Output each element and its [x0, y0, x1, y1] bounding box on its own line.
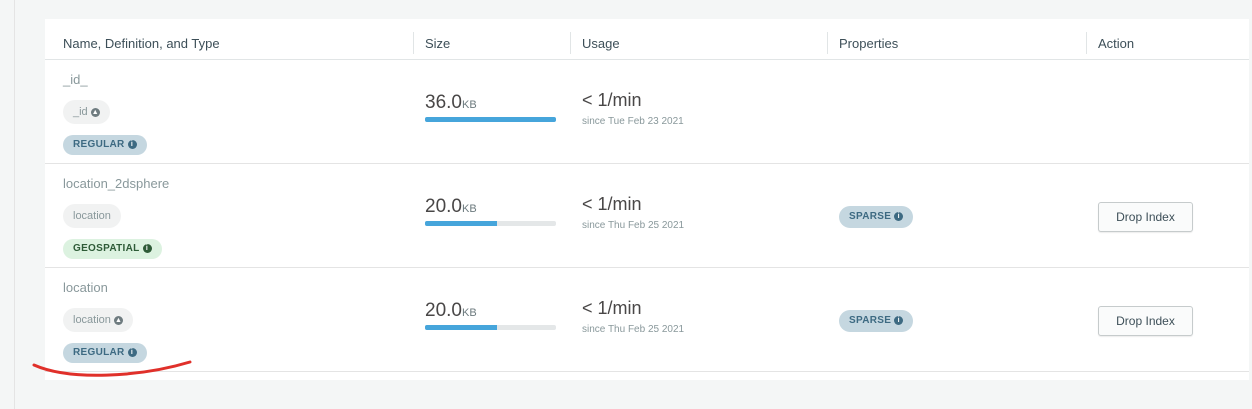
size-unit: KB — [461, 99, 477, 111]
index-field-label: location — [73, 210, 111, 222]
index-size: 20.0KB — [425, 196, 477, 218]
index-field-label: _id — [73, 106, 88, 118]
info-icon[interactable]: i — [894, 315, 904, 325]
table-header: Name, Definition, and Type Size Usage Pr… — [45, 19, 1249, 60]
drop-index-button[interactable]: Drop Index — [1098, 202, 1193, 232]
index-field-pill: _id ▲ — [63, 100, 110, 124]
index-type-label: GEOSPATIAL — [73, 243, 140, 254]
drop-index-button[interactable]: Drop Index — [1098, 306, 1193, 336]
usage-since: since Thu Feb 25 2021 — [582, 220, 685, 231]
index-type-badge: GEOSPATIAL i — [63, 239, 162, 259]
header-usage[interactable]: Usage — [582, 36, 620, 51]
size-bar-fill — [425, 325, 498, 330]
property-label: SPARSE — [849, 211, 892, 222]
indexes-table: Name, Definition, and Type Size Usage Pr… — [45, 19, 1249, 380]
sort-ascending-icon: ▲ — [90, 107, 100, 117]
usage-rate: < 1/min — [582, 90, 642, 110]
header-separator — [570, 32, 571, 54]
annotation-underline — [32, 360, 192, 377]
sort-ascending-icon: ▲ — [113, 315, 123, 325]
index-name: _id_ — [63, 72, 88, 87]
info-icon[interactable]: i — [127, 139, 137, 149]
size-bar-fill — [425, 117, 556, 122]
index-size: 36.0KB — [425, 92, 477, 114]
index-field-pill: location — [63, 204, 121, 228]
table-row: location_2dsphere location GEOSPATIAL i 2… — [45, 164, 1249, 268]
usage-since: since Tue Feb 23 2021 — [582, 116, 684, 127]
index-size: 20.0KB — [425, 300, 477, 322]
size-bar — [425, 221, 556, 226]
index-field-pill: location ▲ — [63, 308, 133, 332]
header-separator — [827, 32, 828, 54]
property-label: SPARSE — [849, 315, 892, 326]
index-name: location_2dsphere — [63, 176, 170, 191]
size-value: 36.0 — [425, 92, 462, 113]
header-action: Action — [1098, 36, 1135, 51]
size-bar-fill — [425, 221, 498, 226]
header-separator — [1086, 32, 1087, 54]
size-value: 20.0 — [425, 196, 462, 217]
size-unit: KB — [461, 203, 477, 215]
index-field-label: location — [73, 314, 111, 326]
usage-rate: < 1/min — [582, 298, 642, 318]
header-size[interactable]: Size — [425, 36, 450, 51]
property-badge: SPARSE i — [839, 206, 914, 228]
usage-since: since Thu Feb 25 2021 — [582, 324, 685, 335]
annotation-stroke — [32, 360, 192, 377]
size-bar — [425, 325, 556, 330]
indexes-panel: Name, Definition, and Type Size Usage Pr… — [14, 0, 1252, 409]
header-separator — [413, 32, 414, 54]
info-icon[interactable]: i — [894, 211, 904, 221]
index-name: location — [63, 280, 108, 295]
usage-rate: < 1/min — [582, 194, 642, 214]
header-name[interactable]: Name, Definition, and Type — [63, 36, 220, 51]
table-row: location location ▲ REGULAR i 20.0KB < 1/m… — [45, 268, 1249, 372]
header-properties[interactable]: Properties — [839, 36, 898, 51]
table-row: _id_ _id ▲ REGULAR i 36.0KB < 1/min since … — [45, 60, 1249, 164]
index-type-label: REGULAR — [73, 139, 125, 150]
property-badge: SPARSE i — [839, 310, 914, 332]
size-unit: KB — [461, 307, 477, 319]
size-bar — [425, 117, 556, 122]
info-icon[interactable]: i — [142, 243, 152, 253]
size-value: 20.0 — [425, 300, 462, 321]
index-type-badge: REGULAR i — [63, 135, 147, 155]
